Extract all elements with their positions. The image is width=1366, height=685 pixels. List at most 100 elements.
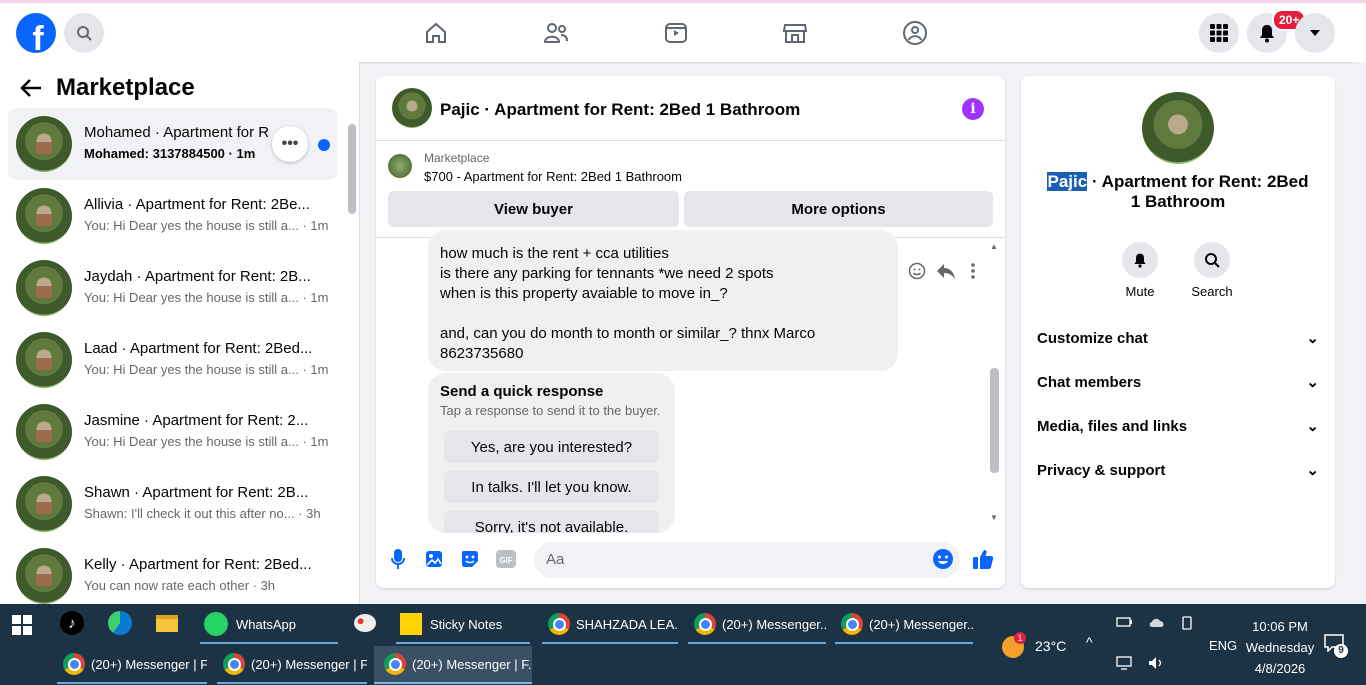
taskbar-label: SHAHZADA LEA...: [576, 616, 678, 632]
search-in-chat-button[interactable]: Search: [1182, 242, 1242, 299]
list-scrollbar[interactable]: [348, 124, 356, 214]
watch-nav-button[interactable]: [662, 19, 690, 47]
emoji-icon: [933, 549, 953, 569]
more-options-button[interactable]: More options: [684, 191, 993, 227]
friends-nav-button[interactable]: [542, 19, 570, 47]
groups-nav-button[interactable]: [901, 19, 929, 47]
start-button[interactable]: [12, 606, 38, 644]
tiktok-taskbar-button[interactable]: ♪: [60, 604, 88, 642]
chrome-taskbar-button[interactable]: (20+) Messenger | F...: [217, 646, 367, 684]
avatar: [16, 188, 72, 244]
image-icon: [426, 551, 442, 567]
edge-taskbar-button[interactable]: [108, 604, 136, 642]
message-line: [440, 304, 886, 324]
conversation-item[interactable]: Jaydah · Apartment for Rent: 2B... You: …: [8, 252, 337, 324]
attach-photo-button[interactable]: [423, 548, 445, 570]
edge-icon: [108, 611, 132, 635]
search-icon: [77, 26, 92, 41]
account-button[interactable]: [1295, 13, 1335, 53]
emoji-button[interactable]: [932, 548, 954, 570]
chrome-taskbar-button[interactable]: (20+) Messenger...: [835, 606, 973, 644]
gif-button[interactable]: GIF: [495, 548, 517, 570]
menu-button[interactable]: [1199, 13, 1239, 53]
chrome-taskbar-button[interactable]: SHAHZADA LEA...: [542, 606, 678, 644]
device-icon[interactable]: [1180, 616, 1194, 633]
battery-icon[interactable]: [1116, 616, 1132, 631]
conversation-item[interactable]: Kelly · Apartment for Rent: 2Bed... You …: [8, 540, 337, 604]
message-line: and, can you do month to month or simila…: [440, 325, 816, 342]
notification-center-button[interactable]: 9: [1324, 634, 1348, 658]
quick-response-button[interactable]: Sorry, it's not available.: [444, 511, 659, 533]
chrome-icon: [694, 613, 716, 635]
sticker-button[interactable]: [459, 548, 481, 570]
network-icon[interactable]: [1116, 656, 1132, 673]
reply-icon: [937, 264, 955, 279]
notification-count-badge: 9: [1334, 644, 1348, 658]
onedrive-icon[interactable]: [1148, 616, 1166, 631]
chat-members-row[interactable]: Chat members ⌄: [1037, 368, 1319, 396]
avatar[interactable]: [392, 88, 432, 128]
chat-title[interactable]: Pajic · Apartment for Rent: 2Bed 1 Bathr…: [440, 100, 800, 120]
media-files-links-row[interactable]: Media, files and links ⌄: [1037, 412, 1319, 440]
scroll-up-arrow-icon[interactable]: ▲: [990, 242, 998, 251]
friends-icon: [543, 23, 568, 43]
info-icon[interactable]: i: [962, 98, 984, 120]
file-explorer-taskbar-button[interactable]: [156, 604, 184, 642]
facebook-logo-icon[interactable]: f: [16, 13, 56, 53]
quick-response-button[interactable]: In talks. I'll let you know.: [444, 471, 659, 503]
microphone-icon: [391, 549, 405, 569]
conversation-item[interactable]: Shawn · Apartment for Rent: 2B... Shawn:…: [8, 468, 337, 540]
avatar[interactable]: [1142, 92, 1214, 164]
taskbar-label: (20+) Messenger | F...: [91, 656, 207, 672]
smiley-icon: [908, 262, 926, 280]
weather-widget[interactable]: 1: [1002, 632, 1028, 658]
row-label: Media, files and links: [1037, 417, 1188, 435]
folder-icon: [156, 614, 178, 632]
chrome-taskbar-button[interactable]: (20+) Messenger...: [688, 606, 826, 644]
vertical-dots-icon: [971, 263, 975, 279]
back-button[interactable]: [20, 78, 42, 103]
chrome-taskbar-button[interactable]: (20+) Messenger | F...: [57, 646, 207, 684]
message-input[interactable]: Aa: [534, 542, 960, 578]
chevron-up-icon[interactable]: ^: [1086, 634, 1093, 650]
language-indicator[interactable]: ENG: [1209, 638, 1237, 653]
marketplace-nav-button[interactable]: [781, 19, 809, 47]
thumbs-up-icon: [973, 550, 994, 569]
privacy-support-row[interactable]: Privacy & support ⌄: [1037, 456, 1319, 484]
clock[interactable]: 10:06 PM Wednesday 4/8/2026: [1240, 616, 1320, 679]
listing-title[interactable]: $700 - Apartment for Rent: 2Bed 1 Bathro…: [424, 169, 682, 184]
conversation-item[interactable]: Allivia · Apartment for Rent: 2Be... You…: [8, 180, 337, 252]
conversation-item[interactable]: Jasmine · Apartment for Rent: 2... You: …: [8, 396, 337, 468]
whatsapp-taskbar-button[interactable]: WhatsApp: [200, 606, 338, 644]
chrome-taskbar-button-active[interactable]: (20+) Messenger | F...: [374, 646, 532, 684]
messages-scrollbar[interactable]: [990, 368, 999, 473]
speaker-icon[interactable]: [1148, 656, 1164, 673]
search-button[interactable]: [64, 13, 104, 53]
whatsapp-icon: [204, 612, 228, 636]
caret-down-icon: [1310, 30, 1320, 36]
conversation-title: Kelly · Apartment for Rent: 2Bed...: [84, 556, 312, 573]
reply-button[interactable]: [936, 262, 956, 285]
scroll-down-arrow-icon[interactable]: ▼: [990, 513, 998, 522]
like-button[interactable]: [972, 548, 994, 570]
quick-response-button[interactable]: Yes, are you interested?: [444, 431, 659, 463]
customize-chat-row[interactable]: Customize chat ⌄: [1037, 324, 1319, 352]
message-more-button[interactable]: [970, 262, 976, 285]
bell-icon: [1134, 253, 1146, 268]
home-nav-button[interactable]: [422, 19, 450, 47]
voice-clip-button[interactable]: [387, 548, 409, 570]
more-options-button[interactable]: •••: [272, 126, 308, 162]
conversation-item[interactable]: Mohamed · Apartment for R Mohamed: 31378…: [8, 108, 337, 180]
react-button[interactable]: [908, 262, 926, 285]
sticky-notes-taskbar-button[interactable]: Sticky Notes: [396, 606, 530, 644]
grid-menu-icon: [1210, 24, 1228, 42]
view-buyer-button[interactable]: View buyer: [388, 191, 679, 227]
mute-button[interactable]: Mute: [1110, 242, 1170, 299]
temperature[interactable]: 23°C: [1035, 638, 1066, 654]
conversation-item[interactable]: Laad · Apartment for Rent: 2Bed... You: …: [8, 324, 337, 396]
chrome-icon: [384, 653, 406, 675]
taskbar-label: Sticky Notes: [430, 616, 503, 632]
taskbar-label: (20+) Messenger...: [869, 616, 973, 632]
page-scrollbar[interactable]: [1353, 62, 1366, 604]
paint-taskbar-button[interactable]: [354, 604, 382, 642]
